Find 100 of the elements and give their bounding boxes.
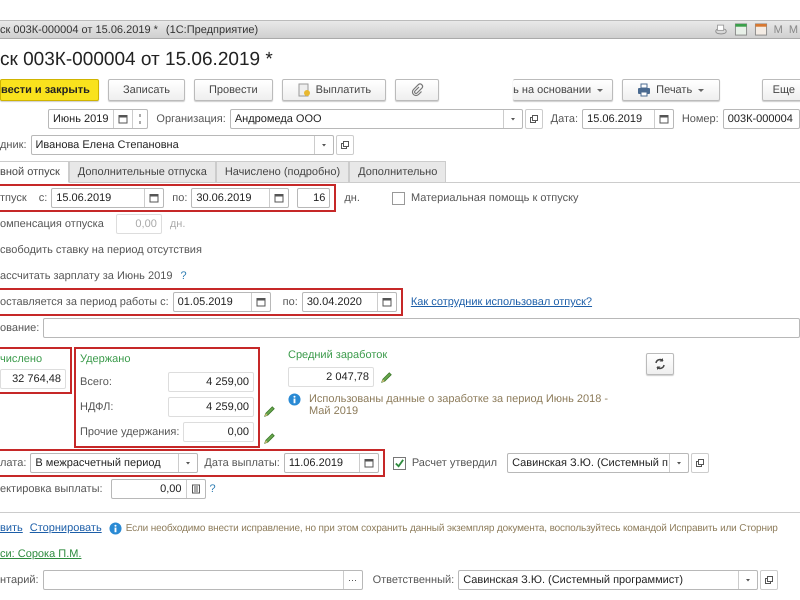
open-window-icon (528, 114, 539, 124)
open-button[interactable] (691, 453, 710, 473)
field-label: НДФЛ: (80, 401, 114, 413)
field-label: Всего: (80, 376, 112, 388)
field-label: по: (282, 296, 298, 308)
help-link[interactable]: ? (180, 270, 187, 282)
unit-label: дн. (170, 218, 186, 230)
field-label: Дата выплаты: (204, 457, 280, 469)
date-field[interactable]: 15.06.2019 (582, 109, 674, 129)
field-label: ование: (0, 322, 40, 334)
printer-icon (637, 83, 652, 97)
refresh-button[interactable] (646, 353, 674, 375)
correction-field[interactable]: 0,00 (110, 479, 206, 499)
tab[interactable]: Дополнительно (349, 161, 446, 183)
post-and-close-button[interactable]: вести и закрыть (0, 79, 99, 101)
more-button[interactable]: Еще (762, 79, 800, 101)
calculator-icon (190, 484, 201, 494)
amount-field: 4 259,00 (168, 372, 254, 392)
create-based-on-button[interactable]: ь на основании (513, 79, 614, 101)
calendar-icon (364, 458, 374, 468)
app-name: (1С:Предприятие) (166, 24, 258, 36)
field-label: оставляется за период работы с: (0, 296, 169, 308)
date-field[interactable]: 01.05.2019 (172, 292, 271, 312)
calendar-icon (382, 297, 392, 307)
paperclip-icon (410, 83, 424, 97)
calendar-icon (274, 193, 284, 203)
tab[interactable]: Дополнительные отпуска (68, 161, 216, 183)
field-label: лата: (0, 457, 26, 469)
toolbar-button[interactable]: Провести (194, 79, 273, 101)
author-link[interactable]: си: Сорока П.М. (0, 548, 82, 560)
checkbox-label: Расчет утвердил (412, 457, 498, 469)
document-coin-icon (296, 83, 311, 97)
action-link[interactable]: Сторнировать (30, 522, 102, 534)
days-field[interactable]: 16 (297, 188, 330, 208)
tab[interactable]: Начислено (подробно) (216, 161, 350, 183)
calendar-icon (118, 114, 128, 124)
section-title: Средний заработок (288, 348, 388, 363)
organization-field[interactable]: Андромеда ООО (230, 109, 524, 129)
checkbox-label: свободить ставку на период отсутствия (0, 244, 202, 256)
pay-button[interactable]: Выплатить (282, 79, 386, 101)
pencil-icon[interactable] (263, 404, 276, 418)
calendar-icon (256, 297, 266, 307)
pencil-icon[interactable] (380, 370, 393, 384)
print-button[interactable]: Печать (622, 79, 720, 101)
approver-field[interactable]: Савинская З.Ю. (Системный п (507, 453, 690, 473)
employee-field[interactable]: Иванова Елена Степановна (30, 135, 334, 155)
field-label: Номер: (682, 113, 719, 125)
payment-type-field[interactable]: В межрасчетный период (30, 453, 198, 473)
comment-field[interactable] (42, 570, 363, 590)
unit-label: дн. (344, 192, 360, 204)
document-heading: ск 003К-000004 от 15.06.2019 * (0, 48, 274, 72)
number-field[interactable]: 003К-000004 (722, 109, 800, 129)
info-note: Использованы данные о заработке за период Июнь 2018 - Май 2019 (309, 393, 609, 417)
info-icon (108, 522, 122, 534)
field-label: с: (38, 192, 48, 204)
refresh-icon (653, 357, 667, 371)
open-button[interactable] (336, 135, 354, 155)
caret-icon (596, 86, 604, 94)
open-button[interactable] (525, 109, 543, 129)
pencil-icon[interactable] (263, 432, 276, 444)
field-label: Дата: (550, 113, 578, 125)
calendar-icon (658, 114, 669, 124)
amount-field: 4 259,00 (168, 397, 254, 417)
open-window-icon (340, 140, 350, 150)
basis-field[interactable] (43, 318, 800, 338)
date-field[interactable]: 30.06.2019 (191, 188, 290, 208)
toolbar-button[interactable]: Записать (108, 79, 185, 101)
field-label: дник: (0, 139, 27, 151)
vacation-usage-link[interactable]: Как сотрудник использовал отпуск? (410, 296, 592, 308)
field-label: по: (172, 192, 188, 204)
checkbox-label: ассчитать зарплату за Июнь 2019 (0, 270, 172, 282)
responsible-field[interactable]: Савинская З.Ю. (Системный программист) (458, 570, 758, 590)
section-title: числено (0, 352, 42, 367)
field-label: нтарий: (0, 574, 39, 586)
calendar-icon (149, 193, 160, 203)
amount-field: 0,00 (183, 422, 254, 442)
accrued-field: 32 764,48 (0, 369, 66, 389)
checkbox-label: Материальная помощь к отпуску (410, 192, 579, 204)
caret-icon (697, 86, 706, 94)
info-icon (288, 393, 301, 406)
open-window-icon (695, 458, 706, 468)
date-field[interactable]: 30.04.2020 (302, 292, 397, 312)
tab[interactable]: вной отпуск (0, 161, 69, 183)
field-label: Ответственный: (372, 574, 454, 586)
link-icon[interactable] (714, 23, 728, 36)
window-title: ск 003К-000004 от 15.06.2019 * (0, 24, 158, 36)
date-field[interactable]: 15.06.2019 (51, 188, 164, 208)
average-earnings-field: 2 047,78 (288, 367, 374, 387)
open-button[interactable] (760, 570, 778, 590)
attach-button[interactable] (395, 79, 440, 101)
open-window-icon (764, 575, 774, 585)
checkbox[interactable] (392, 192, 405, 204)
field-label: омпенсация отпуска (0, 218, 104, 230)
help-link[interactable]: ? (210, 483, 216, 495)
month-field[interactable]: Июнь 2019 (48, 109, 148, 129)
payment-date-field[interactable]: 11.06.2019 (284, 453, 379, 473)
checkbox[interactable] (392, 456, 406, 470)
calendar-icon[interactable] (754, 23, 768, 36)
calculator-icon[interactable] (734, 23, 748, 36)
action-link[interactable]: вить (0, 522, 23, 534)
